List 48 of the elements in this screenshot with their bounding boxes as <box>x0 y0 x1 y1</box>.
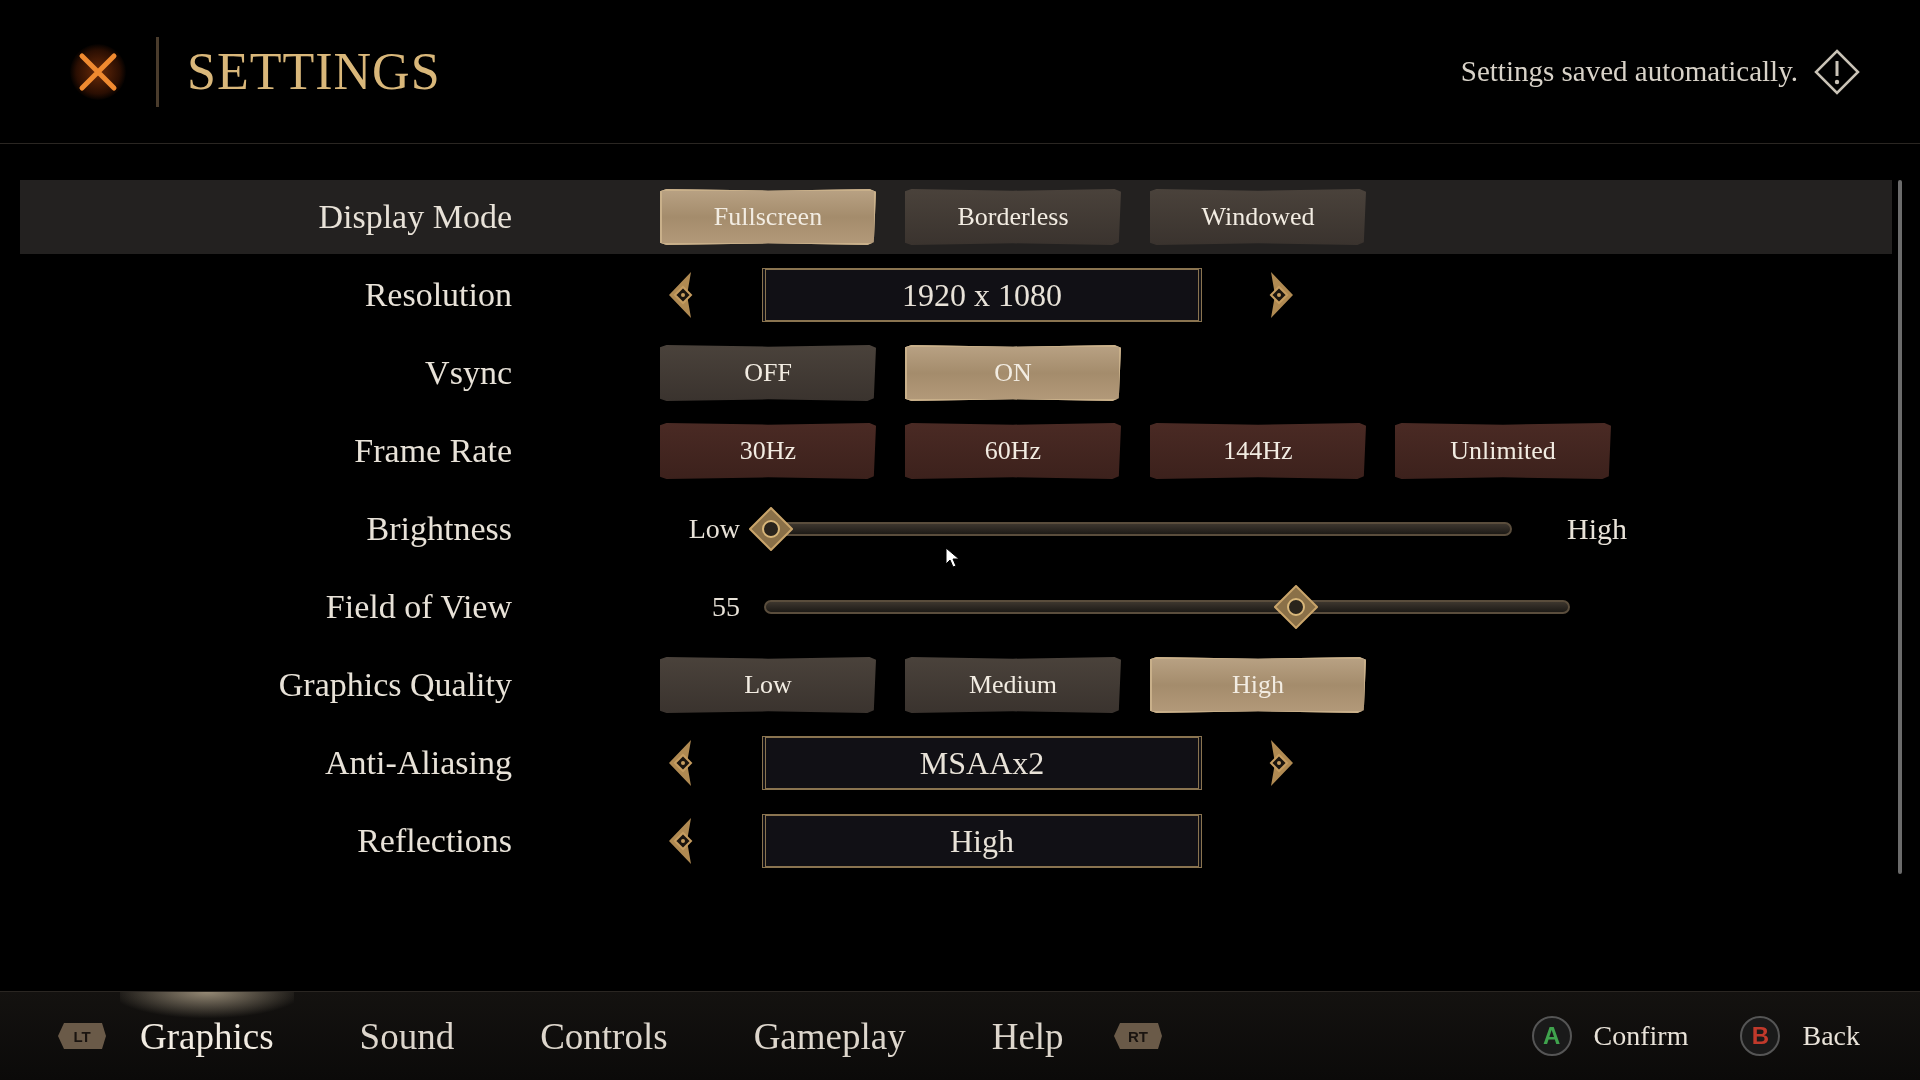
setting-label: Anti-Aliasing <box>324 744 512 782</box>
slider-value: 55 <box>711 591 740 623</box>
option-button[interactable]: Low <box>660 657 876 713</box>
setting-row[interactable]: Display Mode Fullscreen Borderless Windowed <box>20 180 1892 254</box>
setting-label: Resolution <box>363 276 512 314</box>
scrollbar[interactable] <box>1898 180 1902 874</box>
controller-button-icon: A <box>1531 1016 1572 1056</box>
category-tab[interactable]: Gameplay <box>733 992 926 1080</box>
action-hint[interactable]: A Confirm <box>1531 1016 1689 1056</box>
setting-label: Frame Rate <box>353 432 512 470</box>
controller-button-icon: B <box>1740 1016 1781 1056</box>
option-button[interactable]: Medium <box>905 657 1121 713</box>
option-button[interactable]: 30Hz <box>660 423 876 479</box>
setting-row[interactable]: Anti-Aliasing MSAAx2 <box>20 726 1892 800</box>
value-field: MSAAx2 <box>762 736 1202 790</box>
slider-max-label: High <box>1567 512 1627 546</box>
slider-thumb[interactable] <box>749 507 794 551</box>
setting-label: Vsync <box>424 354 512 392</box>
setting-label: Brightness <box>365 510 512 548</box>
setting-label: Reflections <box>356 822 512 860</box>
setting-row[interactable]: Vsync OFF ON <box>20 336 1892 410</box>
page-title: SETTINGS <box>187 42 441 101</box>
option-button[interactable]: Windowed <box>1150 189 1366 245</box>
category-tab[interactable]: Controls <box>520 992 688 1080</box>
action-hint[interactable]: B Back <box>1740 1016 1860 1056</box>
category-tab[interactable]: Help <box>971 992 1084 1080</box>
setting-row[interactable]: Graphics Quality Low Medium High <box>20 648 1892 722</box>
value-field: High <box>762 814 1202 868</box>
category-tab[interactable]: Sound <box>339 992 475 1080</box>
mouse-cursor-icon <box>945 547 961 569</box>
option-button[interactable]: 144Hz <box>1150 423 1366 479</box>
setting-row[interactable]: Resolution 1920 x 1080 <box>20 258 1892 332</box>
value-field: 1920 x 1080 <box>762 268 1202 322</box>
save-status-text: Settings saved automatically. <box>1460 55 1798 88</box>
setting-label: Graphics Quality <box>277 666 512 704</box>
setting-row[interactable]: Reflections High <box>20 804 1892 878</box>
option-button[interactable]: 60Hz <box>905 423 1121 479</box>
slider-value: Low <box>687 513 740 545</box>
slider-thumb[interactable] <box>1273 585 1318 629</box>
warning-diamond-icon <box>1814 48 1860 95</box>
setting-row[interactable]: Brightness Low High <box>20 492 1892 566</box>
setting-row[interactable]: Field of View 55 <box>20 570 1892 644</box>
setting-label: Field of View <box>324 588 512 626</box>
setting-row[interactable]: Frame Rate 30Hz 60Hz 144Hz Unlimited <box>20 414 1892 488</box>
setting-label: Display Mode <box>317 198 512 236</box>
option-button[interactable]: OFF <box>660 345 876 401</box>
option-button[interactable]: Unlimited <box>1395 423 1611 479</box>
option-button[interactable]: Borderless <box>905 189 1121 245</box>
